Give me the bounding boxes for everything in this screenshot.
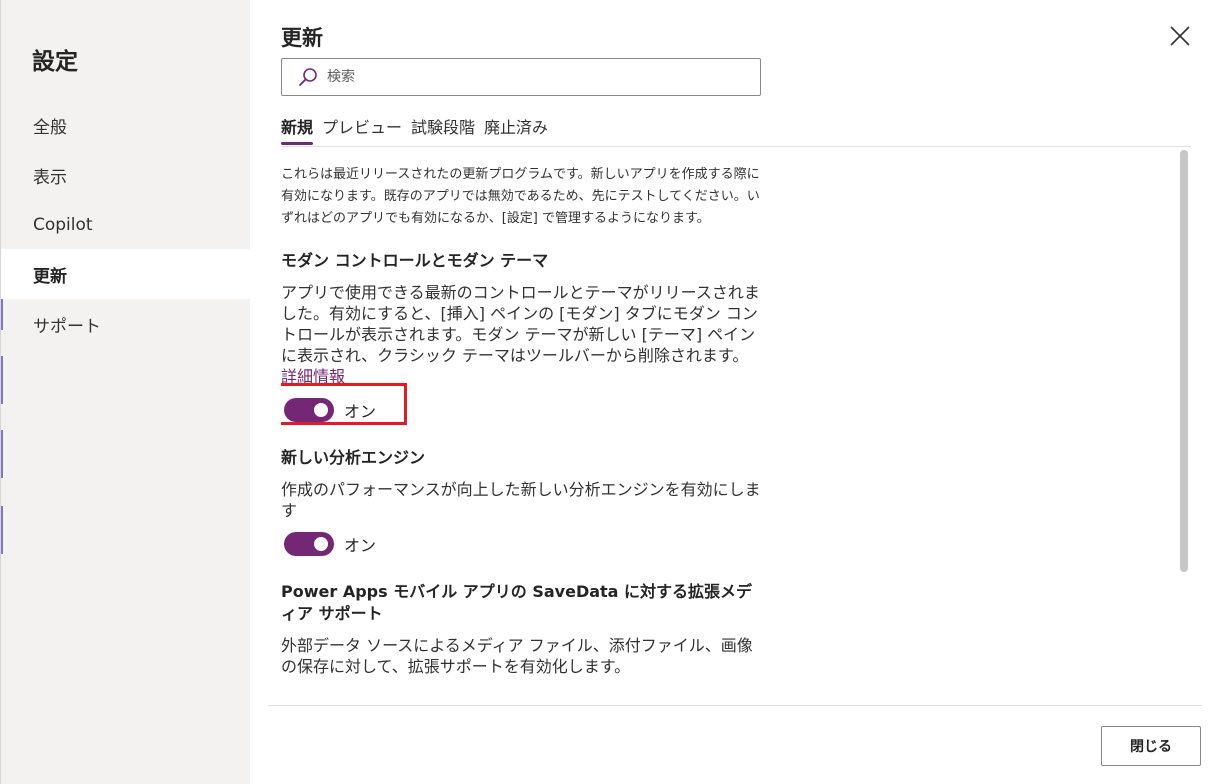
updates-list: これらは最近リリースされたの更新プログラムです。新しいアプリを作成する際に有効に… [281, 166, 771, 686]
search-icon [297, 66, 319, 88]
sidebar-item-support[interactable]: サポート [1, 299, 251, 349]
feature-title: 新しい分析エンジン [281, 448, 426, 467]
feature-description: 作成のパフォーマンスが向上した新しい分析エンジンを有効にします [281, 480, 761, 520]
feature-analysis-engine: 新しい分析エンジン 作成のパフォーマンスが向上した新しい分析エンジンを有効にしま… [281, 447, 771, 559]
settings-sidebar: 設定 全般 表示 Copilot 更新 サポート [0, 0, 251, 784]
feature-description-text: アプリで使用できる最新のコントロールとテーマがリリースされました。有効にすると、… [281, 283, 760, 365]
modern-controls-toggle[interactable] [284, 398, 334, 422]
toggle-state-label: オン [344, 536, 377, 555]
sidebar-item-updates[interactable]: 更新 [1, 249, 251, 299]
sidebar-item-copilot[interactable]: Copilot [1, 200, 251, 250]
feature-title: Power Apps モバイル アプリの SaveData に対する拡張メディア… [281, 582, 753, 623]
settings-title: 設定 [32, 49, 78, 75]
edge-marker [1, 430, 3, 478]
sidebar-item-label: 更新 [33, 266, 67, 287]
analysis-engine-toggle[interactable] [284, 532, 334, 556]
sidebar-item-general[interactable]: 全般 [1, 100, 251, 150]
tab-new[interactable]: 新規 [281, 114, 314, 146]
updates-tabs: 新規 プレビュー 試験段階 廃止済み [281, 114, 557, 146]
sidebar-item-label: 表示 [33, 167, 67, 188]
toggle-knob [314, 403, 328, 417]
intro-text: これらは最近リリースされたの更新プログラムです。新しいアプリを作成する際に有効に… [281, 167, 760, 226]
feature-title: モダン コントロールとモダン テーマ [281, 251, 549, 270]
tab-retired[interactable]: 廃止済み [484, 114, 548, 146]
tab-preview[interactable]: プレビュー [322, 114, 402, 146]
close-icon[interactable] [1168, 24, 1192, 48]
edge-marker [1, 506, 3, 554]
sidebar-item-label: Copilot [33, 215, 93, 235]
feature-modern-controls: モダン コントロールとモダン テーマ アプリで使用できる最新のコントロールとテー… [281, 250, 771, 425]
footer-divider [268, 705, 1202, 706]
feature-description: アプリで使用できる最新のコントロールとテーマがリリースされました。有効にすると、… [281, 282, 763, 387]
tab-experimental[interactable]: 試験段階 [411, 114, 475, 146]
feature-description: 外部データ ソースによるメディア ファイル、添付ファイル、画像の保存に対して、拡… [281, 636, 753, 676]
scrollbar[interactable] [1180, 150, 1188, 572]
toggle-row: オン [281, 383, 771, 425]
edge-marker [1, 356, 3, 404]
sidebar-item-label: サポート [33, 316, 101, 337]
toggle-knob [314, 537, 328, 551]
tabs-divider [281, 146, 1191, 147]
sidebar-item-display[interactable]: 表示 [1, 150, 251, 200]
close-button[interactable]: 閉じる [1101, 726, 1201, 766]
sidebar-item-label: 全般 [33, 117, 67, 138]
page-title: 更新 [281, 26, 323, 50]
search-box[interactable] [281, 58, 761, 96]
search-input[interactable] [327, 60, 760, 94]
feature-savedata-media: Power Apps モバイル アプリの SaveData に対する拡張メディア… [281, 581, 771, 677]
settings-dialog: 設定 全般 表示 Copilot 更新 サポート 更新 検索 新規 プレビュー … [0, 0, 1218, 784]
updates-panel: 更新 新規 プレビュー 試験段階 廃止済み これらは最近リリースされたの更新プロ… [250, 0, 1218, 784]
toggle-row: オン [281, 529, 771, 559]
